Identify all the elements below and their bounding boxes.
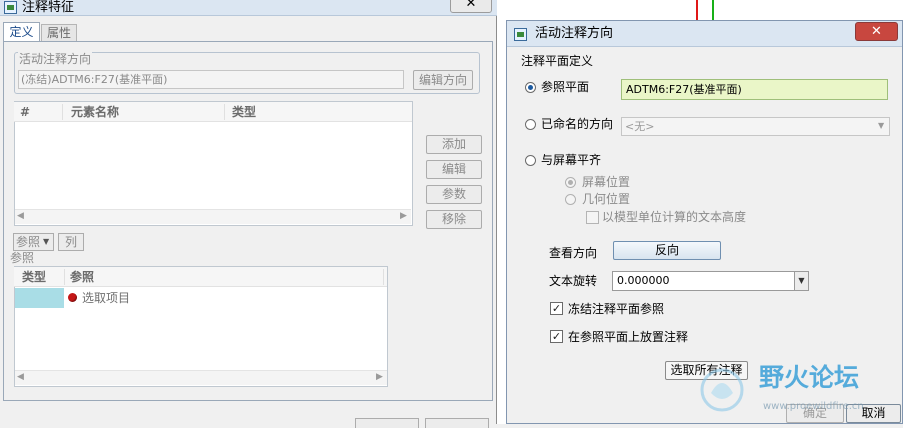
edit-direction-button[interactable]: 编辑方向 — [413, 70, 473, 90]
ref-plane-field[interactable]: ADTM6:F27(基准平面) — [621, 79, 888, 100]
named-direction-select[interactable]: <无> — [621, 117, 890, 136]
reference-row-type-cell[interactable] — [15, 288, 64, 308]
model-units-label[interactable]: 以模型单位计算的文本高度 — [602, 209, 746, 225]
column-divider — [62, 104, 63, 120]
left-window-title: 注释特征 — [22, 0, 75, 15]
chevron-down-icon[interactable]: ▼ — [794, 271, 809, 291]
column-header-reference[interactable]: 参照 — [70, 269, 94, 285]
red-bullet-icon — [68, 293, 77, 302]
model-units-checkbox[interactable] — [586, 211, 599, 224]
place-on-plane-checkbox[interactable]: ✓ — [550, 330, 563, 343]
window-app-icon — [4, 1, 17, 14]
named-direction-label[interactable]: 已命名的方向 — [541, 116, 613, 132]
datum-axis-green — [712, 0, 714, 22]
view-direction-label: 查看方向 — [549, 246, 598, 260]
select-item-text[interactable]: 选取项目 — [82, 290, 130, 306]
ok-button[interactable]: 确定 — [786, 404, 844, 423]
geometry-position-radio[interactable] — [565, 194, 576, 205]
left-close-button[interactable]: ✕ — [450, 0, 492, 13]
elements-horizontal-scrollbar[interactable] — [15, 209, 411, 224]
column-divider — [64, 269, 65, 285]
tab-definition[interactable]: 定义 — [3, 22, 40, 41]
freeze-plane-label[interactable]: 冻结注释平面参照 — [568, 301, 664, 317]
scroll-left-icon[interactable]: ◀ — [17, 209, 24, 224]
edit-button[interactable]: 编辑 — [426, 160, 482, 179]
reverse-button[interactable]: 反向 — [613, 241, 721, 260]
text-rotation-label: 文本旋转 — [549, 274, 598, 288]
bottom-button-partial[interactable] — [425, 418, 489, 428]
ref-plane-label[interactable]: 参照平面 — [541, 79, 589, 95]
active-direction-group-label: 活动注释方向 — [18, 52, 93, 66]
column-header-type[interactable]: 类型 — [22, 269, 46, 285]
screen-align-label[interactable]: 与屏幕平齐 — [541, 152, 601, 168]
add-button[interactable]: 添加 — [426, 135, 482, 154]
screen-position-label[interactable]: 屏幕位置 — [582, 174, 630, 190]
right-close-button[interactable]: ✕ — [855, 22, 898, 41]
active-direction-field: (冻结)ADTM6:F27(基准平面) — [18, 70, 404, 89]
screen-position-radio[interactable] — [565, 177, 576, 188]
column-header-number[interactable]: # — [20, 104, 30, 120]
freeze-plane-checkbox[interactable]: ✓ — [550, 302, 563, 315]
chevron-down-icon[interactable]: ▼ — [878, 117, 884, 135]
left-titlebar — [0, 0, 497, 16]
columns-button[interactable]: 列 — [58, 233, 84, 251]
column-divider — [224, 104, 225, 120]
select-all-annotations-button[interactable]: 选取所有注释 — [665, 361, 748, 380]
cancel-button[interactable]: 取消 — [846, 404, 901, 423]
geometry-position-label[interactable]: 几何位置 — [582, 191, 630, 207]
named-direction-radio[interactable] — [525, 119, 536, 130]
right-window-title: 活动注释方向 — [535, 26, 614, 41]
section-title: 注释平面定义 — [521, 54, 594, 68]
datum-axis-red — [696, 0, 698, 22]
references-label: 参照 — [10, 251, 35, 265]
parameters-button[interactable]: 参数 — [426, 185, 482, 204]
place-on-plane-label[interactable]: 在参照平面上放置注释 — [568, 329, 688, 345]
references-horizontal-scrollbar[interactable] — [15, 370, 387, 385]
scroll-left-icon[interactable]: ◀ — [17, 370, 24, 385]
column-header-type[interactable]: 类型 — [232, 104, 256, 120]
ref-plane-radio[interactable] — [525, 82, 536, 93]
bottom-button-partial[interactable] — [355, 418, 419, 428]
scroll-right-icon[interactable]: ▶ — [400, 209, 407, 224]
column-divider — [383, 269, 384, 285]
remove-button[interactable]: 移除 — [426, 210, 482, 229]
column-header-element-name[interactable]: 元素名称 — [71, 104, 119, 120]
scroll-right-icon[interactable]: ▶ — [376, 370, 383, 385]
tab-properties[interactable]: 属性 — [41, 24, 77, 41]
text-rotation-input[interactable]: 0.000000 — [612, 271, 798, 291]
window-app-icon — [514, 28, 527, 41]
screen-align-radio[interactable] — [525, 155, 536, 166]
chevron-down-icon[interactable]: ▼ — [43, 233, 49, 250]
